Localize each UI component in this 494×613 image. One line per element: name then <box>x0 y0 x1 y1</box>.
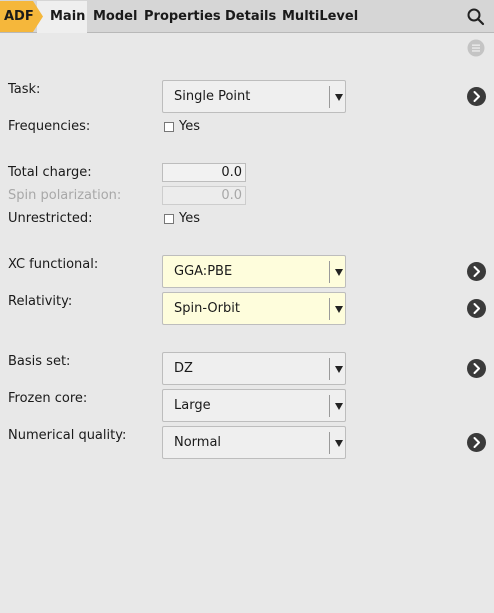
tab-model[interactable]: Model <box>93 9 137 24</box>
spin-polarization-field: 0.0 <box>162 186 246 205</box>
search-icon[interactable] <box>466 7 486 27</box>
numerical-quality-details-button[interactable] <box>467 433 486 452</box>
chevron-right-icon <box>473 303 480 314</box>
unrestricted-checkbox-label[interactable]: Yes <box>179 211 200 226</box>
basis-set-details-button[interactable] <box>467 359 486 378</box>
chevron-right-icon <box>473 266 480 277</box>
relativity-value: Spin-Orbit <box>174 301 240 316</box>
dropdown-arrow-icon <box>335 366 343 373</box>
basis-set-label: Basis set: <box>8 354 71 369</box>
dropdown-arrow-icon <box>335 440 343 447</box>
xc-functional-select[interactable]: GGA:PBE <box>162 255 346 288</box>
select-divider <box>329 86 330 108</box>
xc-functional-value: GGA:PBE <box>174 264 233 279</box>
numerical-quality-select[interactable]: Normal <box>162 426 346 459</box>
unrestricted-checkbox[interactable] <box>164 214 174 224</box>
frozen-core-select[interactable]: Large <box>162 389 346 422</box>
relativity-label: Relativity: <box>8 294 73 309</box>
dropdown-arrow-icon <box>335 94 343 101</box>
select-divider <box>329 432 330 454</box>
frequencies-checkbox-label[interactable]: Yes <box>179 119 200 134</box>
frequencies-checkbox[interactable] <box>164 122 174 132</box>
chevron-right-icon <box>473 363 480 374</box>
xc-functional-details-button[interactable] <box>467 262 486 281</box>
task-select[interactable]: Single Point <box>162 80 346 113</box>
tab-properties[interactable]: Properties <box>144 9 221 24</box>
unrestricted-label: Unrestricted: <box>8 211 93 226</box>
task-value: Single Point <box>174 89 251 104</box>
xc-functional-label: XC functional: <box>8 257 99 272</box>
total-charge-label: Total charge: <box>8 165 92 180</box>
dropdown-arrow-icon <box>335 306 343 313</box>
adf-badge[interactable]: ADF <box>0 1 44 32</box>
select-divider <box>329 261 330 283</box>
frozen-core-label: Frozen core: <box>8 391 88 406</box>
select-divider <box>329 358 330 380</box>
task-details-button[interactable] <box>467 87 486 106</box>
total-charge-field[interactable]: 0.0 <box>162 163 246 182</box>
select-divider <box>329 298 330 320</box>
tab-main[interactable]: Main <box>50 9 85 24</box>
spin-polarization-label: Spin polarization: <box>8 188 122 203</box>
numerical-quality-label: Numerical quality: <box>8 428 127 443</box>
frozen-core-value: Large <box>174 398 211 413</box>
relativity-select[interactable]: Spin-Orbit <box>162 292 346 325</box>
numerical-quality-value: Normal <box>174 435 222 450</box>
task-label: Task: <box>8 82 41 97</box>
adf-badge-label: ADF <box>4 9 34 24</box>
dropdown-arrow-icon <box>335 403 343 410</box>
panel-menu-icon[interactable] <box>467 39 485 57</box>
tab-bar: ADF Main Model Properties Details MultiL… <box>0 0 494 33</box>
tab-details[interactable]: Details <box>225 9 276 24</box>
relativity-details-button[interactable] <box>467 299 486 318</box>
chevron-right-icon <box>473 437 480 448</box>
chevron-right-icon <box>473 91 480 102</box>
basis-set-select[interactable]: DZ <box>162 352 346 385</box>
frequencies-label: Frequencies: <box>8 119 91 134</box>
dropdown-arrow-icon <box>335 269 343 276</box>
select-divider <box>329 395 330 417</box>
tab-multilevel[interactable]: MultiLevel <box>282 9 358 24</box>
basis-set-value: DZ <box>174 361 193 376</box>
